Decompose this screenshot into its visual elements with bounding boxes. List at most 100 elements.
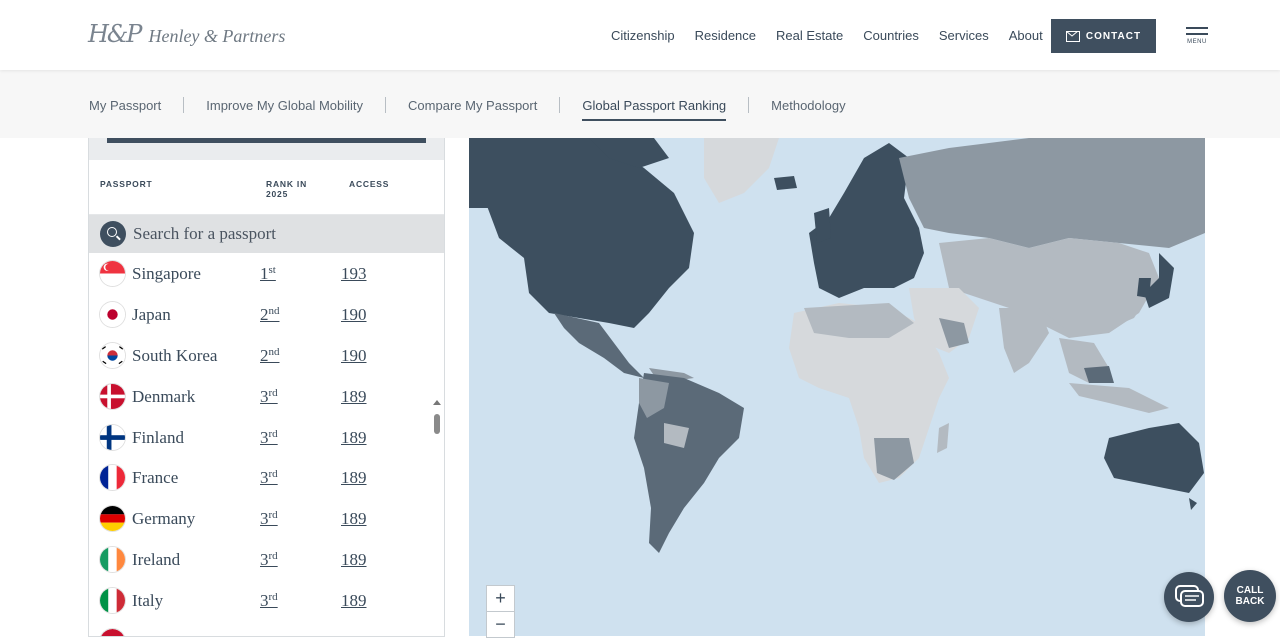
access-link[interactable]: 189: [341, 387, 367, 407]
subnav-divider: [559, 97, 561, 113]
rank-number: 3: [260, 550, 269, 570]
map-region-greenland: [704, 138, 779, 203]
passport-search[interactable]: Search for a passport: [89, 215, 444, 253]
map-region-uk: [814, 208, 831, 243]
menu-label: MENU: [1187, 39, 1207, 45]
rank-link[interactable]: 3rd: [260, 509, 278, 529]
rank-suffix: st: [268, 264, 276, 276]
nav-item-services[interactable]: Services: [939, 28, 989, 43]
map-region-madagascar: [937, 423, 949, 453]
col-header-access: ACCESS: [349, 179, 390, 189]
map-region-india: [999, 308, 1049, 373]
chat-button[interactable]: [1164, 572, 1214, 622]
list-item[interactable]: France 3rd 189: [89, 457, 444, 498]
country-name: Italy: [132, 591, 164, 611]
menu-button[interactable]: MENU: [1186, 27, 1208, 45]
access-link[interactable]: 189: [341, 428, 367, 448]
nav-item-countries[interactable]: Countries: [863, 28, 919, 43]
mail-icon: [1065, 30, 1080, 42]
rank-number: 3: [260, 509, 269, 529]
singapore-flag-icon: [100, 261, 125, 286]
nav-item-real-estate[interactable]: Real Estate: [776, 28, 843, 43]
rank-link[interactable]: 3rd: [260, 387, 278, 407]
access-link[interactable]: 193: [341, 264, 367, 284]
list-item[interactable]: Italy 3rd 189: [89, 580, 444, 621]
japan-flag-icon: [100, 301, 125, 327]
contact-button[interactable]: CONTACT: [1051, 19, 1156, 53]
rank-suffix: rd: [268, 427, 278, 440]
list-item[interactable]: Japan 2nd 190: [89, 294, 444, 335]
menu-icon-line: [1186, 27, 1208, 29]
subnav-my-passport[interactable]: My Passport: [89, 98, 161, 113]
subnav-divider: [385, 97, 387, 113]
list-item[interactable]: Finland 3rd 189: [89, 417, 444, 458]
passport-list: Singapore 1st 193 Japan 2nd 190 South Ko…: [89, 253, 444, 636]
list-item[interactable]: Denmark 3rd 189: [89, 376, 444, 417]
rank-link[interactable]: 1st: [260, 264, 276, 284]
country-name: Japan: [132, 304, 171, 324]
access-link[interactable]: 189: [341, 591, 367, 611]
list-item[interactable]: Ireland 3rd 189: [89, 539, 444, 580]
passport-ranking-panel: PASSPORT RANK IN 2025 ACCESS Search for …: [88, 138, 445, 637]
country-name: Denmark: [132, 386, 196, 406]
panel-header-strip: [89, 138, 444, 160]
list-item[interactable]: Germany 3rd 189: [89, 498, 444, 539]
menu-icon-line: [1186, 33, 1208, 35]
search-input[interactable]: Search for a passport: [133, 224, 276, 244]
list-scrollbar[interactable]: [431, 392, 443, 636]
world-map[interactable]: [469, 138, 1205, 636]
zoom-out-button[interactable]: −: [487, 611, 514, 637]
list-item-partial[interactable]: [89, 621, 444, 636]
scroll-thumb[interactable]: [434, 414, 440, 434]
rank-link[interactable]: 3rd: [260, 428, 278, 448]
ireland-flag-icon: [100, 547, 125, 573]
rank-link[interactable]: 3rd: [260, 591, 278, 611]
subnav-compare-passport[interactable]: Compare My Passport: [408, 98, 537, 113]
rank-number: 2: [260, 345, 269, 365]
south-korea-flag-icon: [100, 342, 125, 368]
top-navigation: H&P Henley & Partners Citizenship Reside…: [0, 0, 1280, 70]
chat-icon: [1175, 585, 1204, 607]
scroll-up-arrow[interactable]: [433, 400, 441, 405]
map-region-southern-africa: [874, 438, 914, 480]
rank-suffix: nd: [268, 345, 280, 358]
rank-link[interactable]: 3rd: [260, 468, 278, 488]
finland-flag-icon: [100, 424, 125, 450]
rank-suffix: rd: [268, 591, 278, 604]
country-name: Ireland: [132, 550, 181, 570]
rank-suffix: rd: [268, 509, 278, 522]
rank-number: 3: [260, 386, 269, 406]
list-item[interactable]: Singapore 1st 193: [89, 253, 444, 294]
access-link[interactable]: 190: [341, 346, 367, 366]
list-item[interactable]: South Korea 2nd 190: [89, 335, 444, 376]
access-link[interactable]: 189: [341, 468, 367, 488]
rank-link[interactable]: 3rd: [260, 550, 278, 570]
call-back-button[interactable]: CALL BACK: [1224, 570, 1276, 622]
access-link[interactable]: 189: [341, 550, 367, 570]
map-region-north-america: [469, 138, 694, 328]
map-region-russia: [899, 138, 1205, 248]
germany-flag-icon: [100, 506, 125, 532]
italy-flag-icon: [100, 588, 125, 614]
rank-number: 1: [260, 264, 269, 283]
subnav-divider: [183, 97, 185, 113]
access-link[interactable]: 189: [341, 509, 367, 529]
subnav-methodology[interactable]: Methodology: [771, 98, 845, 113]
rank-link[interactable]: 2nd: [260, 305, 280, 325]
subnav-improve-mobility[interactable]: Improve My Global Mobility: [206, 98, 363, 113]
nav-item-residence[interactable]: Residence: [695, 28, 756, 43]
map-region-alaska: [469, 138, 491, 208]
col-header-rank: RANK IN 2025: [266, 179, 308, 199]
logo-wordmark: Henley & Partners: [148, 25, 286, 46]
brand-logo[interactable]: H&P Henley & Partners: [88, 20, 285, 48]
col-header-passport: PASSPORT: [100, 179, 153, 189]
rank-number: 2: [260, 304, 269, 324]
zoom-in-button[interactable]: +: [487, 586, 514, 611]
nav-item-about[interactable]: About: [1009, 28, 1043, 43]
access-link[interactable]: 190: [341, 305, 367, 325]
nav-item-citizenship[interactable]: Citizenship: [611, 28, 675, 43]
country-name: South Korea: [132, 345, 218, 365]
rank-link[interactable]: 2nd: [260, 346, 280, 366]
subnav-global-ranking[interactable]: Global Passport Ranking: [582, 98, 726, 121]
rank-number: 3: [260, 591, 269, 611]
